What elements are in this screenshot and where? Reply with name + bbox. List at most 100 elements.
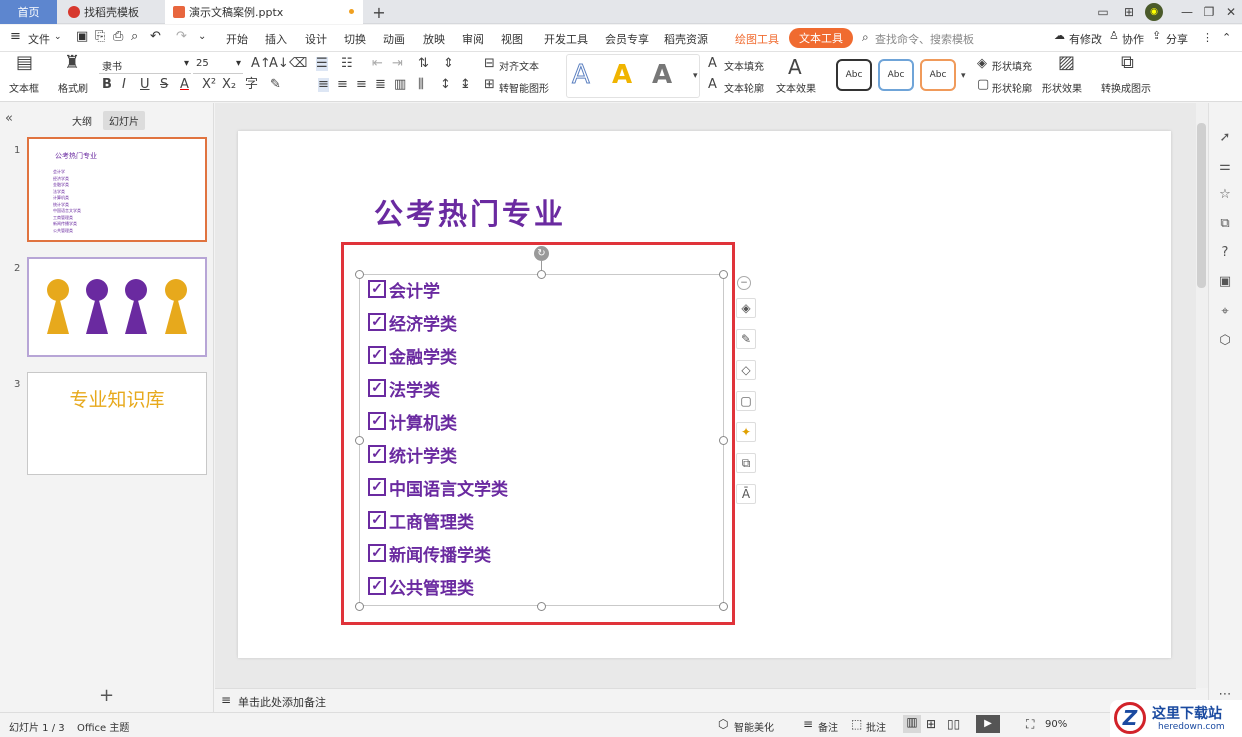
tab-text-tools[interactable]: 文本工具 [789, 28, 853, 48]
reading-view-icon[interactable]: ▯▯ [947, 717, 960, 731]
wordart-style-outline[interactable]: A [572, 61, 591, 90]
text-style-icon[interactable]: Ā [736, 484, 756, 504]
clear-format-icon[interactable]: ⌫ [289, 57, 307, 71]
strikethrough-icon[interactable]: S [160, 78, 168, 92]
scrollbar-thumb[interactable] [1197, 123, 1206, 288]
shape-outline-button[interactable]: 形状轮廓 [992, 80, 1032, 95]
cube-icon[interactable]: ⬡ [1217, 332, 1233, 348]
export-icon[interactable]: ⎘ [95, 29, 105, 44]
format-painter-icon[interactable]: ♜ [64, 54, 80, 72]
tab-home[interactable]: 首页 [0, 0, 57, 24]
font-grow-icon[interactable]: A↑ [251, 57, 271, 71]
menu-item-3[interactable]: 切换 [344, 31, 366, 47]
checklist-item[interactable]: ✓ 新闻传播学类 [368, 541, 491, 566]
font-size-select[interactable]: 25 ▾ [193, 56, 243, 74]
phonetic-icon[interactable]: 字 [245, 78, 258, 92]
collapse-panel-icon[interactable]: « [5, 111, 13, 126]
restore-icon[interactable]: ❐ [1200, 3, 1218, 21]
font-name-select[interactable]: 隶书 ▾ [99, 56, 191, 74]
rocket-icon[interactable]: ➚ [1217, 129, 1233, 145]
preview-icon[interactable]: ⌕ [131, 29, 138, 44]
text-outline-button[interactable]: 文本轮廓 [724, 80, 764, 95]
resize-handle-ml[interactable] [355, 436, 364, 445]
text-convert-icon[interactable]: ⧉ [736, 453, 756, 473]
shape-fill-button[interactable]: 形状填充 [992, 58, 1032, 73]
checklist-item[interactable]: ✓ 计算机类 [368, 409, 457, 434]
textbox-button[interactable]: 文本框 [9, 80, 39, 95]
gallery-more-icon[interactable]: ▾ [693, 69, 698, 83]
distribute-icon[interactable]: ▥ [394, 78, 406, 92]
grid-icon[interactable]: ⊞ [1120, 3, 1138, 21]
menu-file[interactable]: 文件 [28, 31, 50, 47]
new-tab-button[interactable]: + [370, 3, 388, 22]
font-color-icon[interactable]: A [180, 78, 189, 92]
print-icon[interactable]: ⎙ [113, 29, 123, 44]
bulb-icon[interactable]: ✦ [736, 422, 756, 442]
notes-placeholder[interactable]: 单击此处添加备注 [238, 694, 326, 710]
shape-gallery-more-icon[interactable]: ▾ [961, 69, 966, 83]
slide-thumbnail-2[interactable] [27, 257, 207, 357]
resize-handle-bc[interactable] [537, 602, 546, 611]
subscript-icon[interactable]: X₂ [222, 78, 236, 92]
layout-icon[interactable]: ▭ [1094, 3, 1112, 21]
checklist-item[interactable]: ✓ 金融学类 [368, 343, 457, 368]
resize-handle-tl[interactable] [355, 270, 364, 279]
align-center-icon[interactable]: ≡ [337, 78, 348, 92]
highlight-icon[interactable]: ✎ [270, 78, 281, 92]
menu-item-9[interactable]: 会员专享 [605, 31, 649, 47]
menu-item-1[interactable]: 插入 [265, 31, 287, 47]
align-left-icon[interactable]: ≡ [318, 78, 329, 92]
text-direction-icon[interactable]: ⇅ [418, 57, 429, 71]
menu-item-5[interactable]: 放映 [423, 31, 445, 47]
redo-icon[interactable]: ↷ [176, 29, 187, 44]
slide-thumbnail-3[interactable]: 专业知识库 [27, 372, 207, 475]
checklist-item[interactable]: ✓ 公共管理类 [368, 574, 474, 599]
slide-title[interactable]: 公考热门专业 [374, 191, 566, 233]
minimize-icon[interactable]: — [1178, 3, 1196, 21]
line-spacing-icon[interactable]: ↕ [440, 78, 451, 92]
text-effect-button[interactable]: 文本效果 [776, 80, 816, 95]
image-settings-icon[interactable]: ▣ [1217, 273, 1233, 289]
location-icon[interactable]: ⌖ [1217, 303, 1233, 319]
bold-icon[interactable]: B [102, 78, 112, 92]
wordart-style-gray[interactable]: A [652, 61, 672, 89]
italic-icon[interactable]: I [122, 78, 126, 92]
pen-icon[interactable]: ✎ [736, 329, 756, 349]
comments-button[interactable]: 批注 [866, 719, 886, 734]
tab-document[interactable]: 演示文稿案例.pptx [165, 0, 363, 24]
justify-icon[interactable]: ≣ [375, 78, 386, 92]
menu-item-7[interactable]: 视图 [501, 31, 523, 47]
search-input[interactable]: 查找命令、搜索模板 [875, 31, 974, 47]
has-changes-button[interactable]: 有修改 [1069, 31, 1102, 47]
chevron-down-icon[interactable]: ⌄ [54, 32, 62, 42]
shape-style-blue[interactable]: Abc [878, 59, 914, 91]
menu-item-10[interactable]: 稻壳资源 [664, 31, 708, 47]
copy-icon[interactable]: ⧉ [1217, 215, 1233, 231]
paragraph-spacing-icon[interactable]: ↨ [460, 78, 471, 92]
checklist-item[interactable]: ✓ 统计学类 [368, 442, 457, 467]
wordart-style-gold[interactable]: A [612, 61, 632, 89]
slide-thumbnail-1[interactable]: 公考热门专业 会计学 经济学类 金融学类 法学类 计算机类 统计学类 中国语言文学类 工商管理… [27, 137, 207, 242]
collapse-ribbon-icon[interactable]: ⌃ [1222, 31, 1231, 44]
format-painter-button[interactable]: 格式刷 [58, 80, 88, 95]
indent-increase-icon[interactable]: ⇥ [392, 57, 403, 71]
save-icon[interactable]: ▣ [76, 29, 88, 44]
fill-bucket-icon[interactable]: ◇ [736, 360, 756, 380]
close-icon[interactable]: ✕ [1222, 3, 1240, 21]
align-text-button[interactable]: 对齐文本 [499, 58, 539, 73]
tab-drawing-tools[interactable]: 绘图工具 [735, 31, 779, 47]
tab-template[interactable]: 找稻壳模板 [60, 0, 162, 24]
undo-icon[interactable]: ↶ [150, 29, 161, 44]
resize-handle-bl[interactable] [355, 602, 364, 611]
shape-style-dark[interactable]: Abc [836, 59, 872, 91]
hamburger-icon[interactable]: ≡ [10, 29, 21, 44]
add-slide-button[interactable]: + [99, 685, 114, 706]
textbox-icon[interactable]: ▤ [16, 54, 33, 72]
shape-effect-button[interactable]: 形状效果 [1042, 80, 1082, 95]
beautify-button[interactable]: 智能美化 [734, 719, 774, 734]
convert-diagram-button[interactable]: 转换成图示 [1101, 80, 1151, 95]
normal-view-icon[interactable]: ▥ [903, 715, 921, 733]
bullets-icon[interactable]: ☰ [316, 57, 328, 71]
menu-item-6[interactable]: 审阅 [462, 31, 484, 47]
fit-window-icon[interactable]: ⛶ [1026, 717, 1034, 732]
